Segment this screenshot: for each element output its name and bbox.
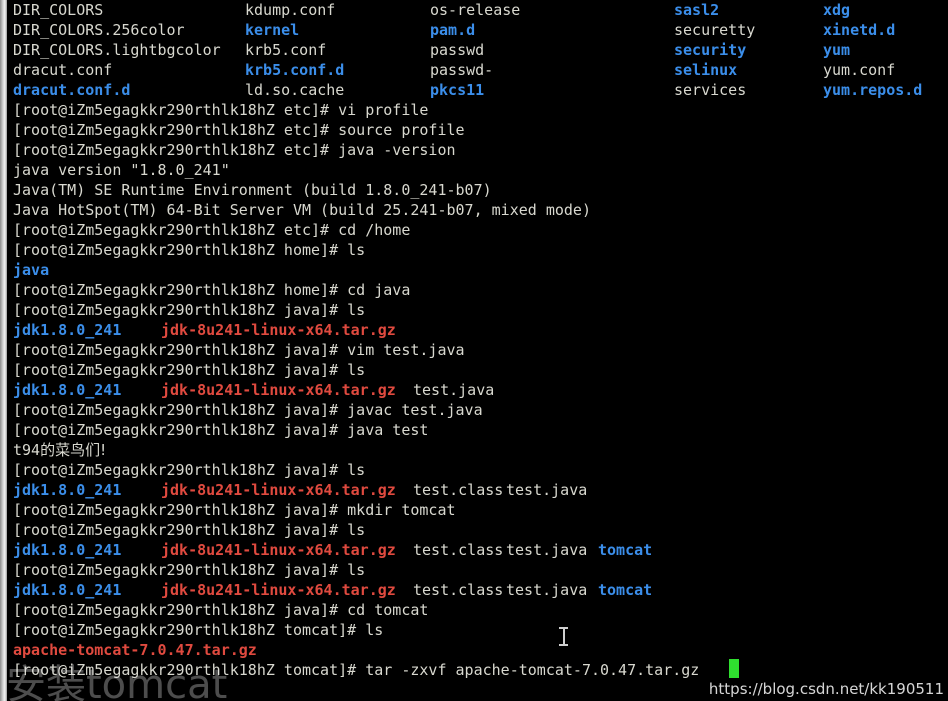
ls-entry: tomcat: [598, 581, 653, 599]
ls-entry: dracut.conf.d: [13, 81, 131, 99]
ls-java-output: jdk1.8.0_241 jdk-8u241-linux-x64.tar.gz te…: [13, 540, 948, 560]
ls-entry: dracut.conf: [13, 61, 113, 79]
ls-entry: pkcs11: [430, 81, 485, 99]
terminal-cursor: [729, 659, 739, 678]
out-java-test: t94的菜鸟们!: [13, 440, 948, 460]
ls-entry: krb5.conf.d: [245, 61, 345, 79]
cmd-mkdir-tomcat: [root@iZm5egagkkr290rthlk18hZ java]# mkd…: [13, 501, 456, 519]
cmd-java-version: [root@iZm5egagkkr290rthlk18hZ etc]# java…: [13, 141, 456, 159]
ls-entry: jdk1.8.0_241: [13, 381, 122, 399]
ls-entry: kernel: [245, 21, 300, 39]
ls-entry: xdg: [823, 1, 851, 19]
terminal-window[interactable]: DIR_COLORS kdump.conf os-release sasl2 xdg DI…: [0, 0, 948, 701]
cmd-ls-java-2: [root@iZm5egagkkr290rthlk18hZ java]# ls: [13, 361, 366, 379]
cmd-java-test: [root@iZm5egagkkr290rthlk18hZ java]# jav…: [13, 421, 429, 439]
ls-entry: tomcat: [598, 541, 653, 559]
ls-entry: test.class: [413, 581, 504, 599]
terminal-scrollback: [root@iZm5egagkkr290rthlk18hZ etc]# vi p…: [13, 100, 948, 680]
cmd-ls-java-4: [root@iZm5egagkkr290rthlk18hZ java]# ls: [13, 521, 366, 539]
output-text: t94: [13, 441, 41, 459]
ls-entry: jdk1.8.0_241: [13, 321, 122, 339]
out-ls-tomcat: apache-tomcat-7.0.47.tar.gz: [13, 641, 257, 659]
cmd-ls-tomcat: [root@iZm5egagkkr290rthlk18hZ tomcat]# l…: [13, 621, 384, 639]
ls-entry: test.class: [413, 481, 504, 499]
ls-java-output: jdk1.8.0_241 jdk-8u241-linux-x64.tar.gz te…: [13, 580, 948, 600]
ls-entry: jdk-8u241-linux-x64.tar.gz: [161, 481, 396, 499]
ls-entry: test.java: [413, 381, 495, 399]
ls-entry: securetty: [674, 21, 756, 39]
cmd-ls-home: [root@iZm5egagkkr290rthlk18hZ home]# ls: [13, 241, 366, 259]
ls-entry: test.java: [506, 481, 588, 499]
ls-entry: test.class: [413, 541, 504, 559]
cmd-ls-java-5: [root@iZm5egagkkr290rthlk18hZ java]# ls: [13, 561, 366, 579]
ls-entry: jdk-8u241-linux-x64.tar.gz: [161, 581, 396, 599]
ls-entry: DIR_COLORS.lightbgcolor: [13, 41, 221, 59]
terminal-scrollbar[interactable]: [0, 0, 7, 701]
out-ls-home: java: [13, 261, 50, 279]
watermark-url: https://blog.csdn.net/kk190511: [708, 680, 944, 698]
ls-entry: yum.repos.d: [823, 81, 923, 99]
ls-entry: test.java: [506, 581, 588, 599]
ls-entry: selinux: [674, 61, 738, 79]
ls-entry: jdk1.8.0_241: [13, 581, 122, 599]
ls-entry: xinetd.d: [823, 21, 896, 39]
cmd-tar-extract: [root@iZm5egagkkr290rthlk18hZ tomcat]# t…: [13, 661, 700, 679]
ls-java-output: jdk1.8.0_241 jdk-8u241-linux-x64.tar.gz te…: [13, 380, 948, 400]
ls-entry: test.java: [506, 541, 588, 559]
ls-entry: ld.so.cache: [245, 81, 345, 99]
ls-java-output: jdk1.8.0_241 jdk-8u241-linux-x64.tar.gz: [13, 320, 948, 340]
ls-entry: kdump.conf: [245, 1, 336, 19]
ls-entry: DIR_COLORS: [13, 1, 104, 19]
ls-entry: passwd-: [430, 61, 494, 79]
text-ibeam-cursor-icon: [559, 627, 568, 646]
ls-etc-row: dracut.conf.d ld.so.cache pkcs11 services yu…: [13, 80, 948, 100]
ls-entry: jdk1.8.0_241: [13, 481, 122, 499]
cmd-cd-home: [root@iZm5egagkkr290rthlk18hZ etc]# cd /…: [13, 221, 411, 239]
terminal-screen[interactable]: DIR_COLORS kdump.conf os-release sasl2 xdg DI…: [13, 0, 948, 701]
ls-entry: krb5.conf: [245, 41, 327, 59]
ls-entry: os-release: [430, 1, 521, 19]
cmd-ls-java-1: [root@iZm5egagkkr290rthlk18hZ java]# ls: [13, 301, 366, 319]
ls-entry: security: [674, 41, 747, 59]
out-java-hotspot: Java HotSpot(TM) 64-Bit Server VM (build…: [13, 201, 591, 219]
ls-entry: jdk-8u241-linux-x64.tar.gz: [161, 381, 396, 399]
ls-etc-row: DIR_COLORS kdump.conf os-release sasl2 xdg: [13, 0, 948, 20]
out-java-runtime: Java(TM) SE Runtime Environment (build 1…: [13, 181, 492, 199]
ls-entry: pam.d: [430, 21, 476, 39]
ls-entry: jdk1.8.0_241: [13, 541, 122, 559]
cmd-cd-tomcat: [root@iZm5egagkkr290rthlk18hZ java]# cd …: [13, 601, 429, 619]
cmd-cd-java: [root@iZm5egagkkr290rthlk18hZ home]# cd …: [13, 281, 411, 299]
ls-entry: passwd: [430, 41, 485, 59]
ls-etc-row: DIR_COLORS.lightbgcolor krb5.conf passwd se…: [13, 40, 948, 60]
ls-java-output: jdk1.8.0_241 jdk-8u241-linux-x64.tar.gz te…: [13, 480, 948, 500]
cmd-source-profile: [root@iZm5egagkkr290rthlk18hZ etc]# sour…: [13, 121, 465, 139]
cmd-vim-test: [root@iZm5egagkkr290rthlk18hZ java]# vim…: [13, 341, 465, 359]
out-java-version: java version "1.8.0_241": [13, 161, 230, 179]
cmd-javac-test: [root@iZm5egagkkr290rthlk18hZ java]# jav…: [13, 401, 483, 419]
output-text-cjk: 的菜鸟们!: [40, 441, 107, 459]
ls-etc-row: dracut.conf krb5.conf.d passwd-selinux yum.…: [13, 60, 948, 80]
ls-entry: services: [674, 81, 747, 99]
cmd-vi-profile: [root@iZm5egagkkr290rthlk18hZ etc]# vi p…: [13, 101, 429, 119]
ls-etc-output: DIR_COLORS kdump.conf os-release sasl2 xdg DI…: [13, 0, 948, 100]
ls-entry: jdk-8u241-linux-x64.tar.gz: [161, 321, 396, 339]
cmd-ls-java-3: [root@iZm5egagkkr290rthlk18hZ java]# ls: [13, 461, 366, 479]
ls-entry: sasl2: [674, 1, 720, 19]
ls-entry: yum.conf: [823, 61, 896, 79]
ls-etc-row: DIR_COLORS.256color kernel pam.d securetty x…: [13, 20, 948, 40]
ls-entry: yum: [823, 41, 851, 59]
ls-entry: jdk-8u241-linux-x64.tar.gz: [161, 541, 396, 559]
ls-entry: DIR_COLORS.256color: [13, 21, 185, 39]
